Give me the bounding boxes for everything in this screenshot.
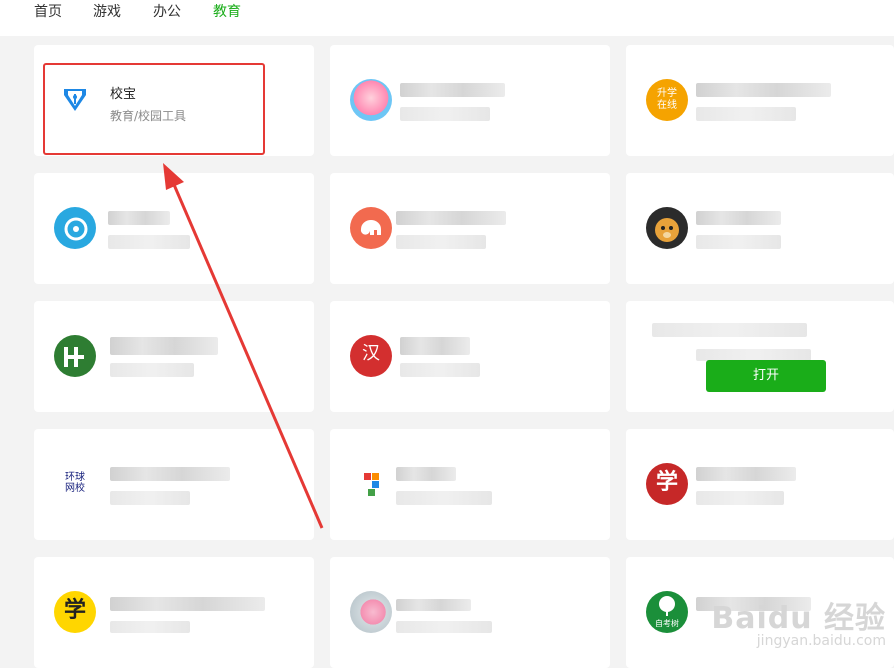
tab-office[interactable]: 办公 [153,0,181,26]
huanqiu-icon-text: 环球网校 [65,472,85,494]
tab-home[interactable]: 首页 [34,0,62,26]
app-card-huanqiu[interactable]: 环球网校 [34,429,314,540]
xue-yellow-icon: 学 [54,591,96,633]
blurred-name [110,467,230,481]
han-icon: 汉 [350,335,392,377]
pen-nib-icon [58,81,92,115]
app-name: 校宝 [110,87,137,102]
blurred-name [396,599,471,611]
colorful-blocks-icon [350,463,392,505]
blurred-name [396,467,456,481]
blurred-category [110,621,190,633]
tab-games[interactable]: 游戏 [93,0,121,26]
blurred-name [400,83,505,97]
shengxue-icon: 升学在线 [646,79,688,121]
blurred-category [696,235,781,249]
app-card-blurred[interactable] [34,173,314,284]
blurred-category [108,235,190,249]
app-card-blurred[interactable] [330,557,610,668]
xue-red-icon: 学 [646,463,688,505]
han-icon-text: 汉 [362,343,380,364]
blurred-name [696,83,831,97]
huanqiu-wangxiao-icon: 环球网校 [54,463,96,505]
blurred-category [400,107,490,121]
watermark-main: Baidu 经验 [711,601,886,636]
lion-avatar-icon [646,207,688,249]
app-card-xiaobao[interactable]: 校宝 教育/校园工具 [34,45,314,156]
blurred-category [400,363,480,377]
blurred-name [652,323,807,337]
app-category: 教育/校园工具 [110,109,187,123]
app-card-blurred[interactable] [330,173,610,284]
app-card-blurred[interactable] [330,45,610,156]
blue-circle-icon [54,207,96,249]
blurred-name [396,211,506,225]
blurred-category [696,107,796,121]
app-card-xue-yellow[interactable]: 学 [34,557,314,668]
app-card-blurred[interactable] [626,173,894,284]
blurred-category [110,363,194,377]
blurred-category [396,235,486,249]
baidu-watermark: Baidu 经验 jingyan.baidu.com [711,593,886,649]
app-card-xue[interactable]: 学 [626,429,894,540]
blurred-category [696,491,784,505]
blurred-name [696,211,781,225]
blurred-name [108,211,170,225]
blurred-category [110,491,190,505]
blurred-category [396,621,492,633]
xue-red-icon-text: 学 [655,470,678,495]
elephant-icon [350,207,392,249]
blurred-category [396,491,492,505]
shengxue-icon-text: 升学在线 [657,88,677,111]
tab-education[interactable]: 教育 [213,0,241,26]
xue-yellow-icon-text: 学 [63,598,86,623]
app-card-shengxue[interactable]: 升学在线 [626,45,894,156]
zikaoshu-tree-icon: 自考树 [646,591,688,633]
blurred-name [110,597,265,611]
monkey-avatar-icon [350,79,392,121]
open-button[interactable]: 打开 [706,360,826,392]
green-logo-icon [54,335,96,377]
top-tab-bar: 首页 游戏 办公 教育 [0,0,894,36]
app-card-blurred[interactable] [34,301,314,412]
blurred-name [110,337,218,355]
zikaoshu-icon-text: 自考树 [655,619,679,628]
app-card-open[interactable]: 打开 [626,301,894,412]
blurred-name [696,467,796,481]
app-card-blurred[interactable] [330,429,610,540]
pink-shape-icon [350,591,392,633]
app-card-han[interactable]: 汉 [330,301,610,412]
blurred-name [400,337,470,355]
